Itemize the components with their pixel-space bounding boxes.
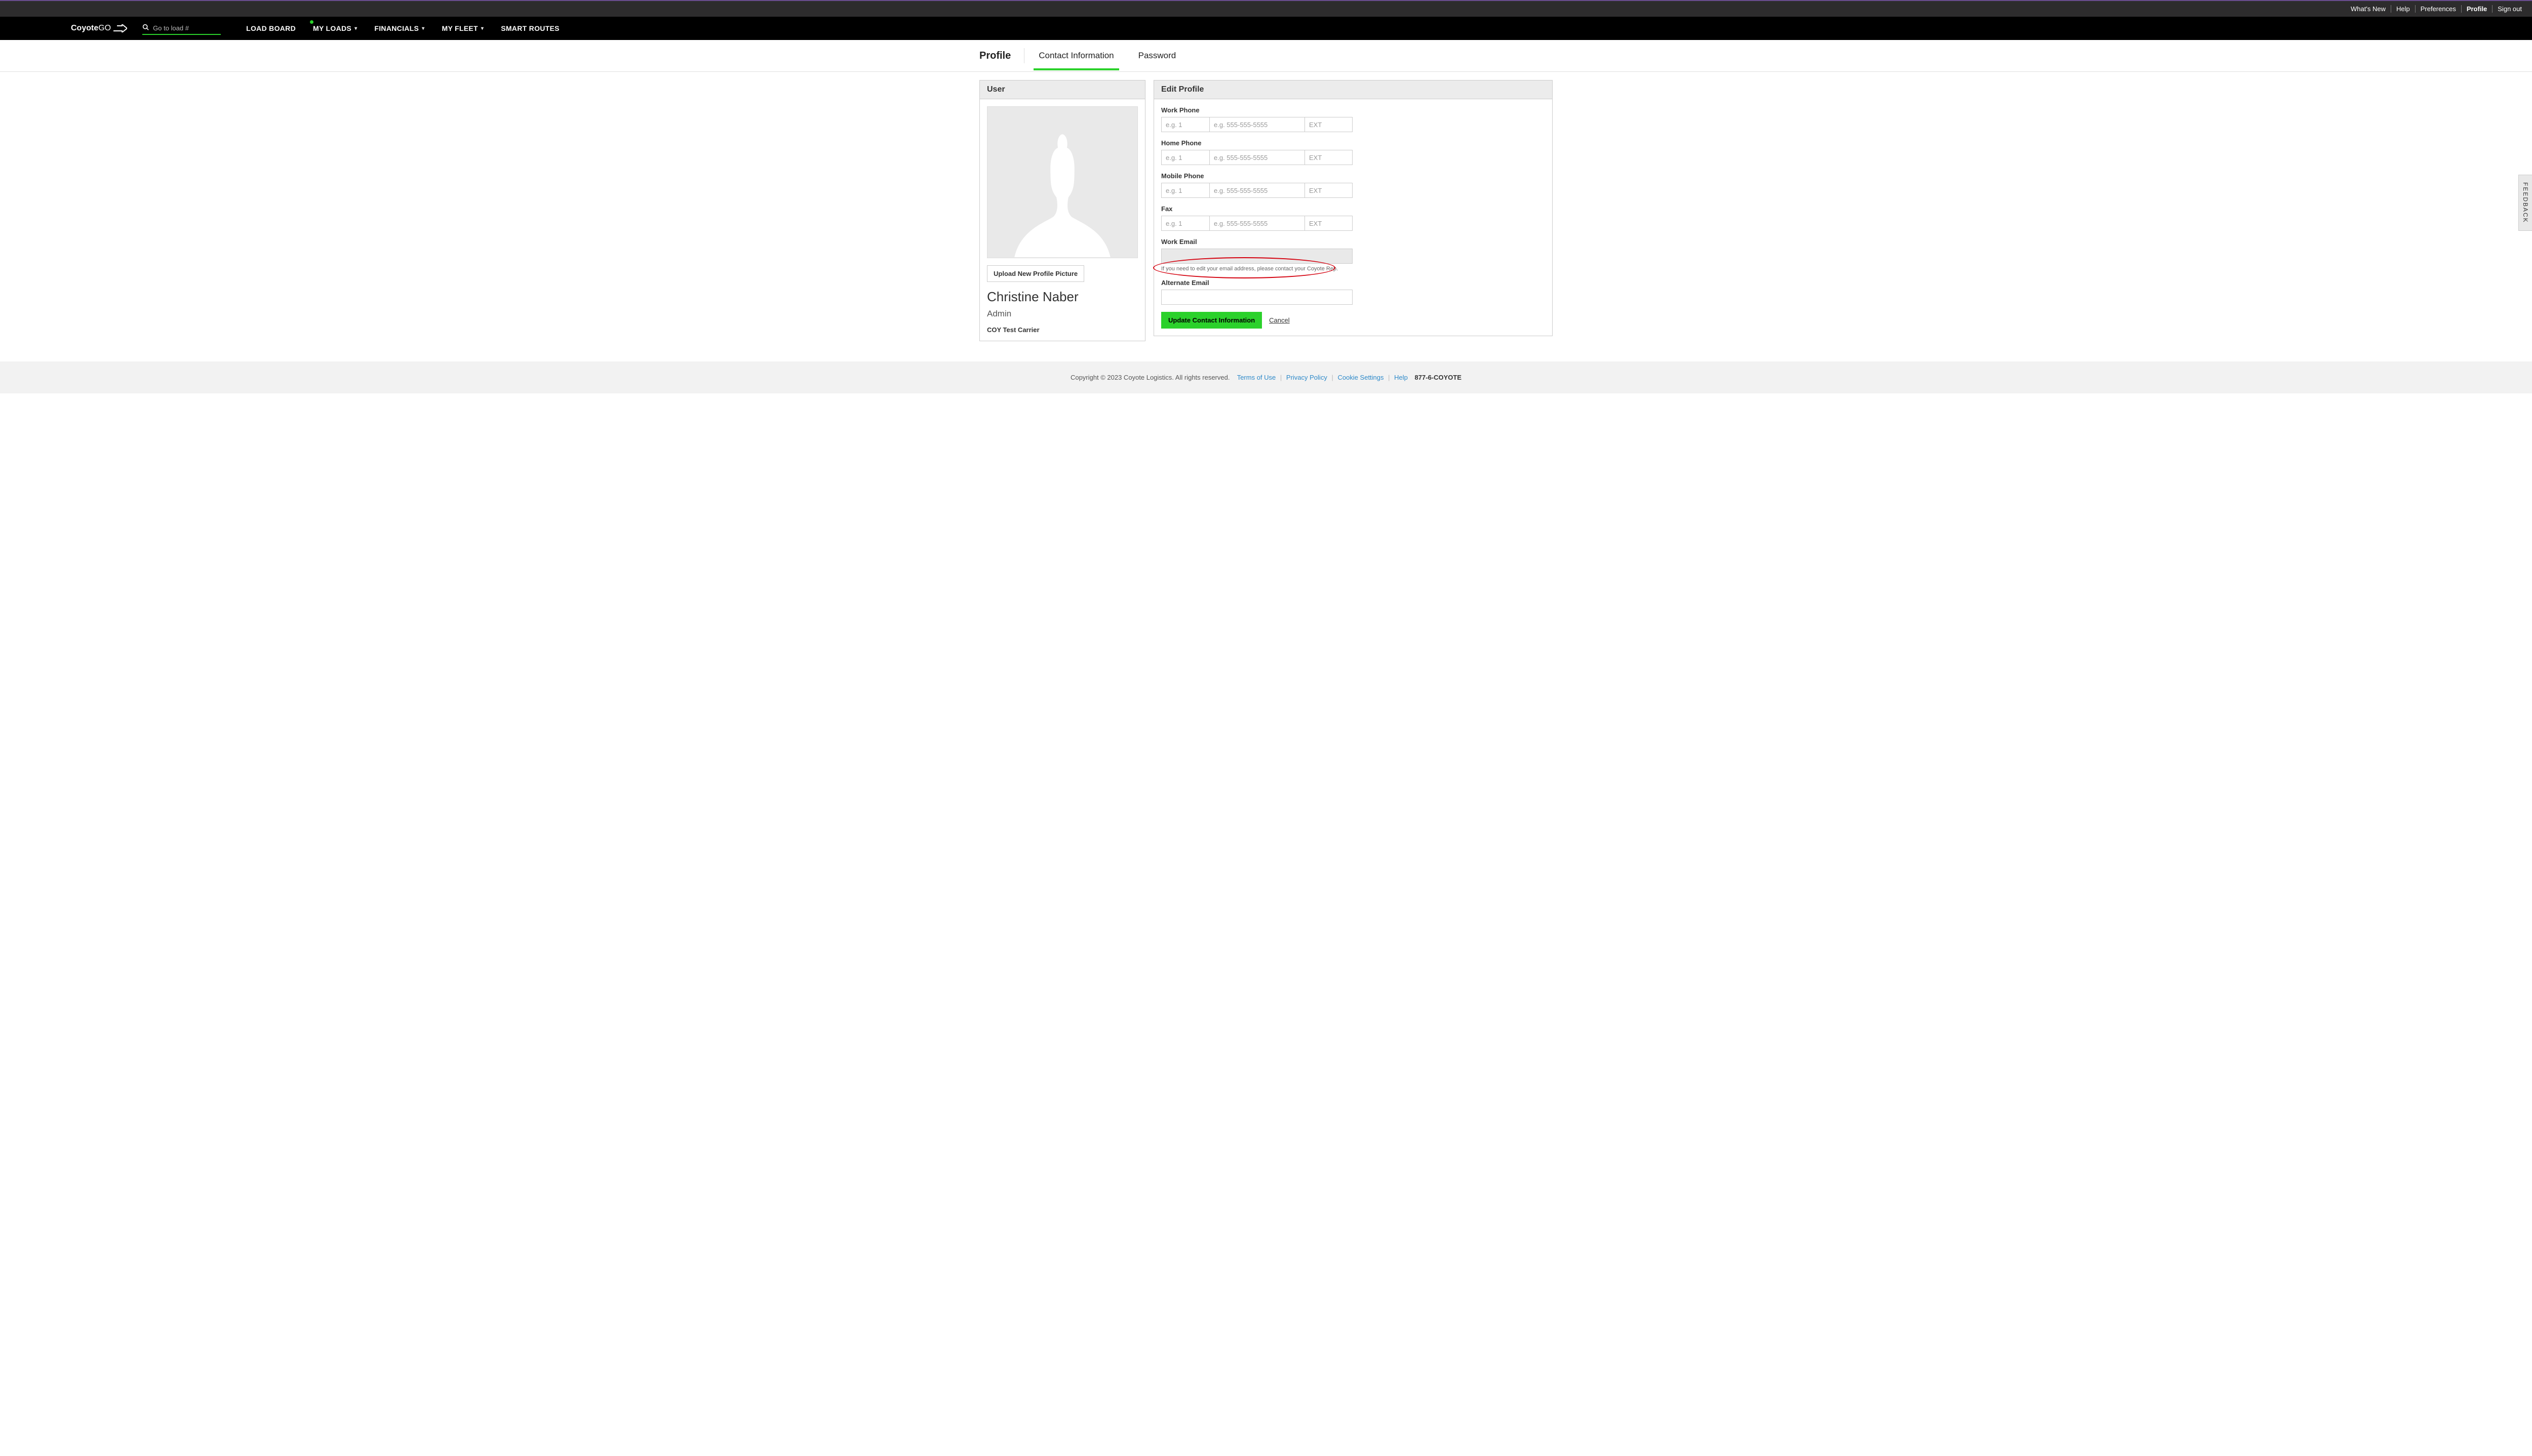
home-phone-label: Home Phone xyxy=(1161,139,1545,147)
work-email-helper-text: If you need to edit your email address, … xyxy=(1161,266,1545,272)
avatar-placeholder-icon xyxy=(987,107,1137,258)
footer-cookies-link[interactable]: Cookie Settings xyxy=(1337,374,1383,381)
nav-my-fleet[interactable]: MY FLEET ▾ xyxy=(442,24,484,32)
alternate-email-input[interactable] xyxy=(1161,290,1353,305)
chevron-down-icon: ▾ xyxy=(481,26,484,31)
mobile-phone-ext-input[interactable] xyxy=(1304,183,1353,198)
page-title: Profile xyxy=(979,48,1024,63)
brand-text-2: GO xyxy=(98,24,111,33)
chevron-down-icon: ▾ xyxy=(422,26,424,31)
link-sign-out[interactable]: Sign out xyxy=(2493,5,2522,13)
feedback-tab[interactable]: FEEDBACK xyxy=(2518,175,2532,231)
link-preferences[interactable]: Preferences xyxy=(2416,5,2462,13)
tab-password[interactable]: Password xyxy=(1138,42,1176,70)
link-profile[interactable]: Profile xyxy=(2462,5,2493,13)
fax-number-input[interactable] xyxy=(1209,216,1304,231)
home-phone-ext-input[interactable] xyxy=(1304,150,1353,165)
brand-text-1: Coyote xyxy=(71,24,98,33)
nav-my-fleet-label: MY FLEET xyxy=(442,24,478,32)
main-nav: CoyoteGO LOAD BOARD MY LOADS ▾ FINANCIAL… xyxy=(0,17,2532,40)
mobile-phone-number-input[interactable] xyxy=(1209,183,1304,198)
work-email-input xyxy=(1161,249,1353,264)
update-contact-information-button[interactable]: Update Contact Information xyxy=(1161,312,1262,329)
nav-financials[interactable]: FINANCIALS ▾ xyxy=(374,24,424,32)
footer-copyright: Copyright © 2023 Coyote Logistics. All r… xyxy=(1071,374,1230,381)
upload-profile-picture-button[interactable]: Upload New Profile Picture xyxy=(987,265,1084,282)
subtab-bar: Profile Contact Information Password xyxy=(0,40,2532,72)
nav-my-loads-label: MY LOADS xyxy=(313,24,351,32)
home-phone-country-code-input[interactable] xyxy=(1161,150,1209,165)
separator: | xyxy=(1280,374,1282,381)
user-carrier: COY Test Carrier xyxy=(987,326,1138,334)
brand-logo[interactable]: CoyoteGO xyxy=(71,24,127,33)
load-search[interactable] xyxy=(142,22,221,35)
user-role: Admin xyxy=(987,309,1138,319)
nav-smart-routes[interactable]: SMART ROUTES xyxy=(501,24,560,32)
search-icon xyxy=(142,24,149,32)
link-help[interactable]: Help xyxy=(2391,5,2416,13)
work-phone-number-input[interactable] xyxy=(1209,117,1304,132)
nav-my-loads[interactable]: MY LOADS ▾ xyxy=(313,24,357,32)
fax-label: Fax xyxy=(1161,205,1545,213)
separator: | xyxy=(1388,374,1390,381)
load-search-input[interactable] xyxy=(153,24,214,32)
mobile-phone-label: Mobile Phone xyxy=(1161,172,1545,180)
nav-load-board[interactable]: LOAD BOARD xyxy=(246,24,296,32)
nav-items: LOAD BOARD MY LOADS ▾ FINANCIALS ▾ MY FL… xyxy=(246,24,560,32)
arrow-icon xyxy=(113,24,127,32)
edit-profile-heading: Edit Profile xyxy=(1154,80,1552,99)
fax-ext-input[interactable] xyxy=(1304,216,1353,231)
notification-dot-icon xyxy=(310,20,313,24)
user-name: Christine Naber xyxy=(987,289,1138,305)
separator: | xyxy=(1331,374,1333,381)
content-area: User Upload New Profile Picture Christin… xyxy=(897,72,1635,361)
work-email-label: Work Email xyxy=(1161,238,1545,246)
footer-terms-link[interactable]: Terms of Use xyxy=(1237,374,1276,381)
user-panel: User Upload New Profile Picture Christin… xyxy=(979,80,1145,341)
edit-profile-panel: Edit Profile Work Phone Home Phone xyxy=(1154,80,1553,336)
fax-country-code-input[interactable] xyxy=(1161,216,1209,231)
work-phone-label: Work Phone xyxy=(1161,106,1545,114)
work-phone-country-code-input[interactable] xyxy=(1161,117,1209,132)
nav-financials-label: FINANCIALS xyxy=(374,24,419,32)
home-phone-number-input[interactable] xyxy=(1209,150,1304,165)
footer: Copyright © 2023 Coyote Logistics. All r… xyxy=(0,361,2532,393)
footer-phone: 877-6-COYOTE xyxy=(1415,374,1461,381)
user-panel-heading: User xyxy=(980,80,1145,99)
footer-help-link[interactable]: Help xyxy=(1394,374,1408,381)
chevron-down-icon: ▾ xyxy=(354,26,357,31)
work-phone-ext-input[interactable] xyxy=(1304,117,1353,132)
mobile-phone-country-code-input[interactable] xyxy=(1161,183,1209,198)
cancel-link[interactable]: Cancel xyxy=(1269,316,1289,324)
alternate-email-label: Alternate Email xyxy=(1161,279,1545,287)
avatar xyxy=(987,106,1138,258)
utility-bar: What's New Help Preferences Profile Sign… xyxy=(0,0,2532,17)
tab-contact-information[interactable]: Contact Information xyxy=(1039,42,1114,70)
link-whats-new[interactable]: What's New xyxy=(2346,5,2391,13)
footer-privacy-link[interactable]: Privacy Policy xyxy=(1286,374,1327,381)
